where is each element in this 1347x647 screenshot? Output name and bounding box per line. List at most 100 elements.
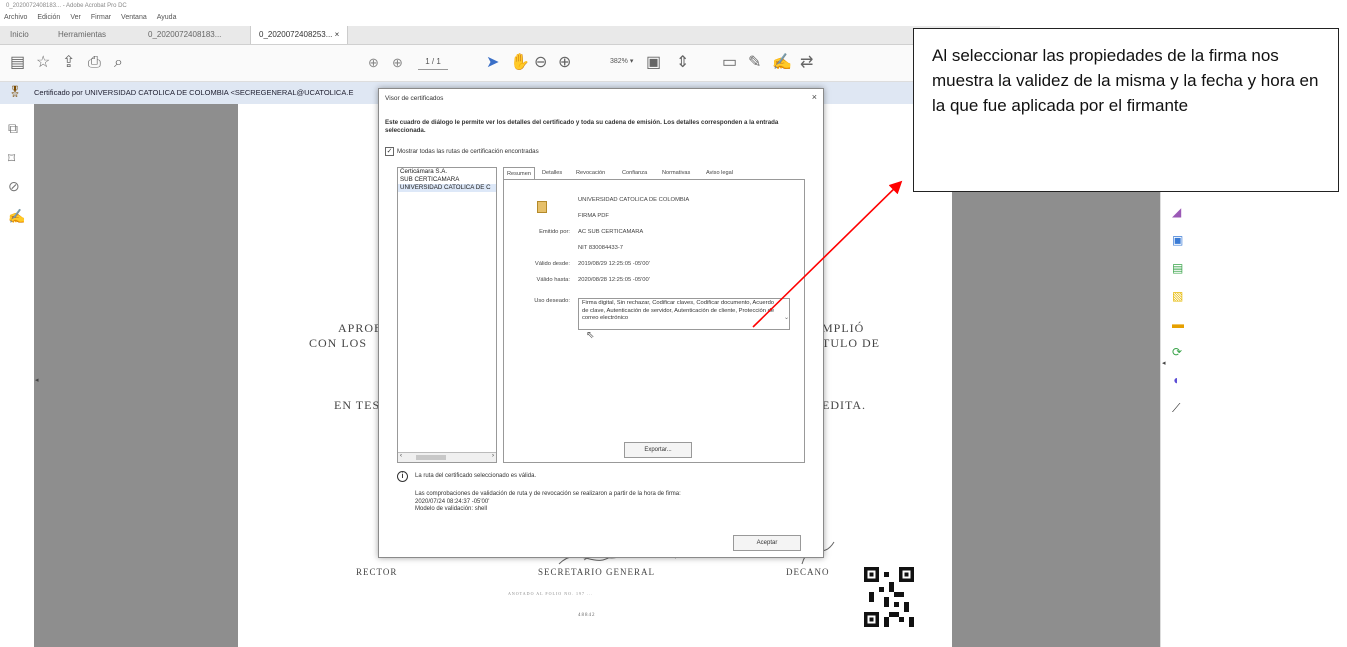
- page-number-field[interactable]: 1 / 1: [418, 55, 448, 70]
- valid-from-label: Válido desde:: [534, 261, 570, 267]
- chain-item-root[interactable]: Certicámara S.A.: [398, 168, 496, 176]
- tab-inicio[interactable]: Inicio: [2, 26, 37, 44]
- checkbox-checked-icon[interactable]: ✓: [385, 147, 394, 156]
- validation-note-text: Las comprobaciones de validación de ruta…: [415, 491, 681, 497]
- certificate-viewer-dialog: Visor de certificados × Este cuadro de d…: [378, 88, 824, 558]
- path-status-text: La ruta del certificado seleccionado es …: [415, 473, 537, 479]
- dialog-title: Visor de certificados: [385, 95, 444, 102]
- valid-to-label: Válido hasta:: [536, 277, 570, 283]
- star-icon[interactable]: ☆: [36, 54, 50, 72]
- scroll-left-icon[interactable]: ‹: [400, 453, 402, 459]
- window-title: 0_2020072408183... - Adobe Acrobat Pro D…: [0, 0, 1006, 12]
- zoom-in-icon[interactable]: ⊕: [558, 54, 571, 72]
- info-icon: i: [397, 471, 408, 482]
- cert-subject: UNIVERSIDAD CATOLICA DE COLOMBIA: [578, 197, 690, 203]
- accept-button[interactable]: Aceptar: [733, 535, 801, 551]
- create-icon[interactable]: ▤: [10, 54, 25, 72]
- tab-normativas[interactable]: Normativas: [659, 167, 693, 179]
- certificate-icon: [537, 201, 547, 213]
- doc-rector: RECTOR: [356, 567, 398, 577]
- valid-from-value: 2019/08/29 12:25:05 -05'00': [578, 261, 650, 267]
- validation-model: Modelo de validación: shell: [415, 506, 488, 512]
- doc-number: 48842: [578, 613, 596, 618]
- close-icon[interactable]: ×: [335, 30, 340, 39]
- zoom-level[interactable]: 382% ▾: [610, 57, 633, 65]
- scroll-right-icon[interactable]: ›: [492, 453, 494, 459]
- tool-more-icon[interactable]: ⟋: [1172, 402, 1180, 414]
- issued-by-label: Emitido por:: [539, 229, 570, 235]
- page-up-icon[interactable]: ⊕: [368, 56, 379, 70]
- chain-item-intermediate[interactable]: SUB CERTICAMARA: [398, 176, 496, 184]
- chain-horizontal-scrollbar[interactable]: ‹ ›: [398, 452, 496, 462]
- page-total: / 1: [431, 57, 441, 66]
- menu-archivo[interactable]: Archivo: [4, 12, 27, 24]
- scroll-mode-icon[interactable]: ⇕: [676, 54, 689, 72]
- mouse-pointer-icon: ⇖: [586, 330, 595, 341]
- valid-to-value: 2020/08/28 12:25:05 -05'00': [578, 277, 650, 283]
- show-all-paths-label: Mostrar todas las rutas de certificación…: [397, 148, 539, 155]
- collapse-left-icon[interactable]: ◂: [35, 376, 39, 384]
- collapse-right-icon[interactable]: ◂: [1162, 359, 1166, 367]
- menu-edicion[interactable]: Edición: [37, 12, 60, 24]
- signature-bar-text: Certificado por UNIVERSIDAD CATOLICA DE …: [34, 88, 354, 97]
- menu-ventana[interactable]: Ventana: [121, 12, 147, 24]
- select-cursor-icon[interactable]: ➤: [486, 54, 499, 72]
- intended-use-label: Uso deseado:: [534, 298, 570, 304]
- zoom-out-icon[interactable]: ⊖: [534, 54, 547, 72]
- attachment-icon[interactable]: ⊘: [8, 178, 20, 194]
- tool-organize-icon[interactable]: ⟳: [1172, 346, 1182, 358]
- upload-icon[interactable]: ⇪: [62, 54, 75, 72]
- tool-edit-icon[interactable]: ▧: [1172, 290, 1183, 302]
- issued-by-value: AC SUB CERTICAMARA: [578, 229, 644, 235]
- tool-export-icon[interactable]: ▣: [1172, 234, 1183, 246]
- doc-text-right-2: TULO DE: [822, 336, 880, 350]
- tab-herramientas[interactable]: Herramientas: [50, 26, 114, 44]
- share-icon[interactable]: ⇄: [800, 54, 813, 72]
- certificate-ribbon-icon: 🎖: [8, 86, 22, 98]
- page-current: 1: [425, 57, 430, 66]
- menu-bar: Archivo Edición Ver Firmar Ventana Ayuda: [0, 12, 1004, 24]
- search-icon[interactable]: ⌕: [114, 54, 123, 72]
- issued-by-nit: NIT 830084433-7: [578, 245, 624, 251]
- tab-aviso-legal[interactable]: Aviso legal: [703, 167, 736, 179]
- menu-ayuda[interactable]: Ayuda: [157, 12, 177, 24]
- validation-time: 2020/07/24 08:24:37 -05'00': [415, 498, 490, 505]
- tab-document-2[interactable]: 0_2020072408253... ×: [250, 26, 349, 44]
- doc-text-right-3: EDITA.: [822, 398, 867, 412]
- show-all-paths-checkbox[interactable]: ✓ Mostrar todas las rutas de certificaci…: [385, 147, 539, 156]
- chevron-down-icon[interactable]: ⌄: [784, 314, 789, 321]
- bookmark-icon[interactable]: ⌑: [8, 150, 15, 166]
- qr-code: [864, 567, 914, 627]
- page-down-icon[interactable]: ⊕: [392, 56, 403, 70]
- sign-icon[interactable]: ✍: [772, 54, 792, 72]
- tab-confianza[interactable]: Confianza: [619, 167, 650, 179]
- certificate-chain-list[interactable]: Certicámara S.A. SUB CERTICAMARA UNIVERS…: [397, 167, 497, 463]
- hand-icon[interactable]: ✋: [510, 54, 530, 72]
- tab-detalles[interactable]: Detalles: [539, 167, 565, 179]
- tool-create-icon[interactable]: ▤: [1172, 262, 1183, 274]
- tab-document-1[interactable]: 0_2020072408183...: [140, 26, 229, 44]
- tab-document-2-label: 0_2020072408253...: [259, 30, 333, 39]
- doc-text-right-1: MPLIÓ: [822, 321, 865, 335]
- intended-use-box[interactable]: Firma digital, Sin rechazar, Codificar c…: [578, 298, 790, 330]
- doc-small-line: ANOTADO AL FOLIO NO. 197 ...: [508, 591, 593, 596]
- cert-subject-2: FIRMA PDF: [578, 213, 609, 219]
- tool-comment-icon[interactable]: ◢: [1172, 206, 1181, 218]
- tool-stamp-icon[interactable]: ▬: [1172, 318, 1184, 330]
- menu-ver[interactable]: Ver: [70, 12, 81, 24]
- tool-protect-icon[interactable]: ◖: [1172, 374, 1179, 386]
- signature-panel-icon[interactable]: ✍: [8, 208, 25, 224]
- dialog-close-button[interactable]: ×: [812, 92, 817, 102]
- chain-item-selected[interactable]: UNIVERSIDAD CATOLICA DE C: [398, 184, 496, 192]
- scroll-thumb[interactable]: [416, 455, 446, 460]
- fit-page-icon[interactable]: ▣: [646, 54, 661, 72]
- highlight-icon[interactable]: ✎: [748, 54, 761, 72]
- comment-icon[interactable]: ▭: [722, 54, 737, 72]
- dialog-tabs: Resumen Detalles Revocación Confianza No…: [503, 167, 803, 180]
- tab-revocacion[interactable]: Revocación: [573, 167, 608, 179]
- doc-text-left-2: CON LOS: [309, 336, 368, 350]
- print-icon[interactable]: ⎙: [88, 54, 101, 72]
- export-button[interactable]: Exportar...: [624, 442, 692, 458]
- menu-firmar[interactable]: Firmar: [91, 12, 111, 24]
- pages-icon[interactable]: ⧉: [8, 120, 18, 136]
